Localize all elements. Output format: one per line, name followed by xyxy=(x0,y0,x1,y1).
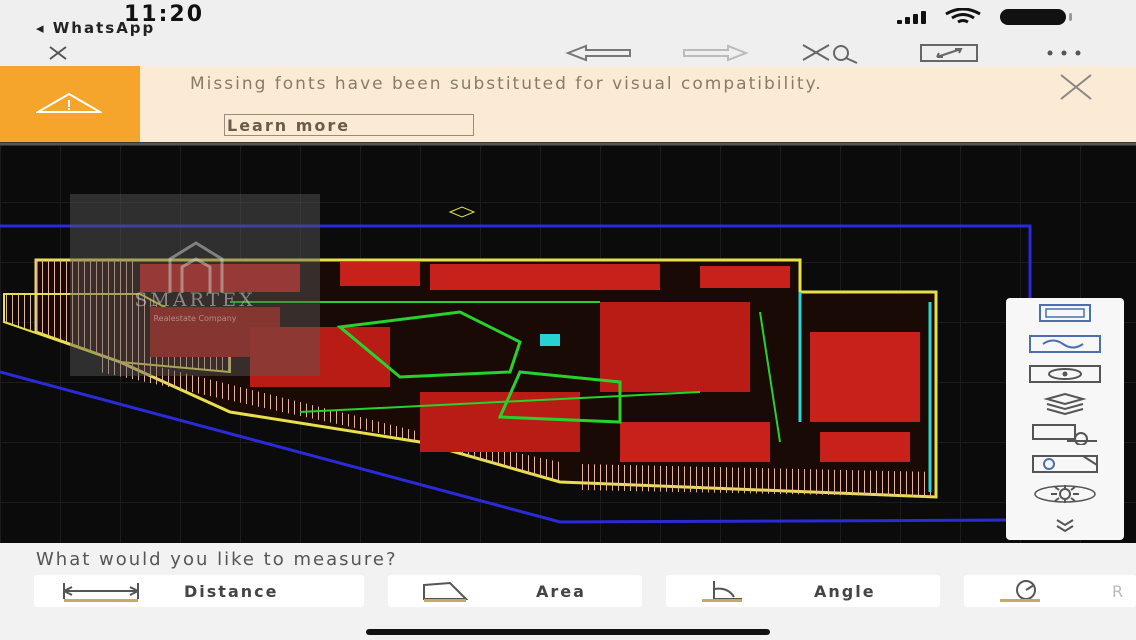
measure-area-button[interactable]: Area xyxy=(388,575,642,607)
status-icons xyxy=(897,8,1072,26)
model-icon[interactable] xyxy=(1020,332,1110,356)
learn-more-button[interactable]: Learn more xyxy=(224,114,474,136)
layers-icon[interactable] xyxy=(1020,392,1110,416)
undo-icon[interactable] xyxy=(562,40,636,66)
settings-icon[interactable] xyxy=(1020,482,1110,506)
close-icon[interactable] xyxy=(40,40,76,66)
measure-distance-button[interactable]: Distance xyxy=(34,575,364,607)
measure-distance-label: Distance xyxy=(184,581,279,601)
banner-accent xyxy=(0,66,140,142)
layout-icon[interactable] xyxy=(1020,302,1110,326)
wifi-icon xyxy=(945,8,981,24)
area-icon xyxy=(423,581,469,602)
expand-down-icon[interactable] xyxy=(1020,514,1110,538)
measure-question: What would you like to measure? xyxy=(36,549,398,570)
view-icon[interactable] xyxy=(1020,362,1110,386)
viewer-toolbar xyxy=(0,40,1136,66)
watermark-subtitle: Realestate Company xyxy=(153,314,237,323)
back-to-app-link[interactable]: ◂ WhatsApp xyxy=(36,19,155,37)
fullscreen-icon[interactable] xyxy=(918,40,980,66)
banner-close-icon[interactable] xyxy=(1058,72,1094,102)
company-watermark: SMARTEX Realestate Company xyxy=(70,194,320,376)
angle-icon xyxy=(702,581,742,602)
warning-icon xyxy=(36,92,102,113)
measure-panel: What would you like to measure? Distance… xyxy=(0,543,1136,640)
status-bar: 11:20 ◂ WhatsApp xyxy=(0,0,1136,40)
drawing-canvas[interactable]: SMARTEX Realestate Company xyxy=(0,142,1136,543)
home-indicator[interactable] xyxy=(366,629,770,635)
side-tool-panel xyxy=(1006,298,1124,540)
measure-angle-button[interactable]: Angle xyxy=(666,575,940,607)
attach-icon[interactable] xyxy=(1020,452,1110,476)
banner-message: Missing fonts have been substituted for … xyxy=(190,74,823,94)
redo-icon[interactable] xyxy=(678,40,752,66)
radius-icon xyxy=(1000,580,1040,602)
missing-fonts-banner: Missing fonts have been substituted for … xyxy=(0,66,1136,142)
signal-icon xyxy=(897,10,926,24)
watermark-name: SMARTEX xyxy=(134,289,256,311)
measure-tool-icon[interactable] xyxy=(798,40,864,66)
distance-icon xyxy=(63,583,139,602)
more-icon[interactable] xyxy=(1036,40,1092,66)
measure-area-label: Area xyxy=(536,581,586,601)
battery-icon xyxy=(1000,9,1072,25)
measure-angle-label: Angle xyxy=(814,581,876,601)
compare-icon[interactable] xyxy=(1020,422,1110,446)
measure-radius-button[interactable]: R xyxy=(964,575,1136,607)
measure-radius-label: R xyxy=(1112,581,1126,601)
